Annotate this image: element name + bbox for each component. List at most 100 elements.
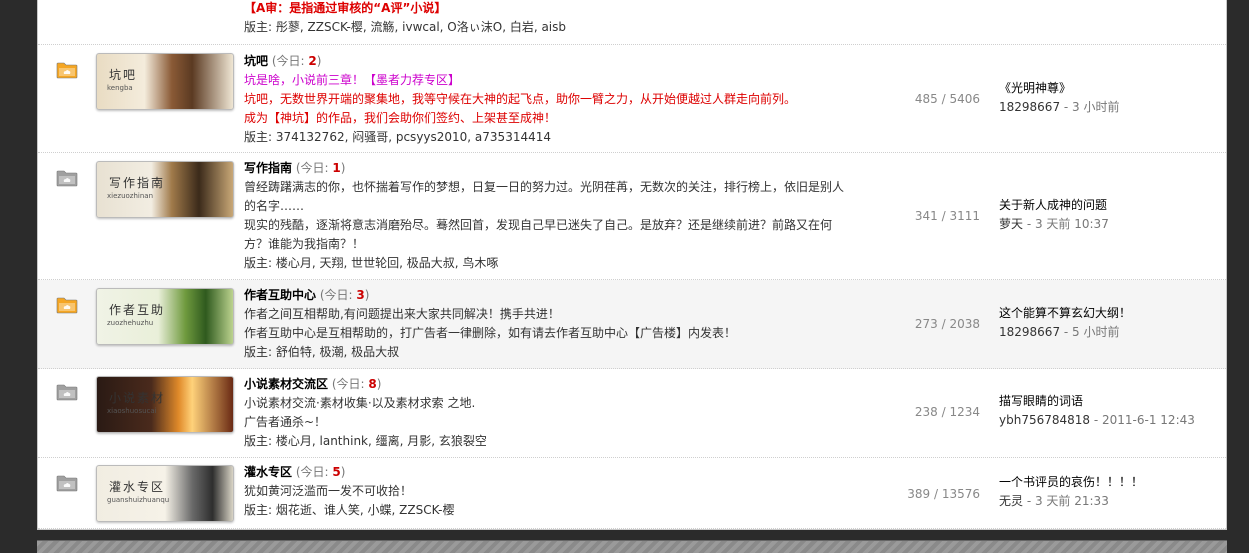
last-post-title-link[interactable]: 《光明神尊》 [999,79,1224,98]
forum-name-link[interactable]: 坑吧 [244,54,268,68]
forum-thumbnail-title: 作者互助 [109,303,166,317]
forum-name-link[interactable]: 小说素材交流区 [244,377,328,391]
forum-row: 作者互助 zuozhehuzhu 作者互助中心 (今日: 3) 作者之间互相帮助… [38,280,1226,369]
forum-info: 灌水专区 (今日: 5) 犹如黄河泛滥而一发不可收拾！ 版主: 烟花逝、谁人笑,… [244,463,844,520]
last-post-author-link[interactable]: ybh756784818 [999,413,1090,427]
forum-thumbnail-subtitle: guanshuizhuanqu [107,496,170,504]
moderators-label: 版主: [244,130,273,144]
topics-posts-count: 273 / 2038 [914,317,980,331]
forum-folder-icon [56,383,78,401]
forum-desc-line: 现实的残酷，逐渐将意志消磨殆尽。蓦然回首，发现自己早已迷失了自己。是放弃？还是继… [244,218,833,251]
separator: - [1023,494,1035,508]
forum-desc-line: 【A审：是指通过审核的“A评”小说】 [244,1,447,15]
last-post-time: 2011-6-1 12:43 [1102,413,1195,427]
topics-posts-count: 389 / 13576 [907,487,980,501]
today-close: ) [340,161,346,175]
topics-posts-count: 238 / 1234 [914,405,980,419]
forum-info: 【A审：是指通过审核的“A评”小说】 版主: 彤蓼, ZZSCK-樱, 流觞, … [244,0,844,37]
last-post-author-link[interactable]: 无灵 [999,494,1023,508]
forum-thumbnail-subtitle: xiaoshuosucai [107,407,157,415]
separator: - [1060,100,1073,114]
forum-row: 坑吧 kengba 坑吧 (今日: 2) 坑是啥，小说前三章！【墨者力荐专区】坑… [38,45,1226,153]
moderator-links[interactable]: 374132762, 闷骚哥, pcsyys2010, a735314414 [276,130,551,144]
today-count: (今日: 8) [332,377,382,391]
last-post-title-link[interactable]: 这个能算不算玄幻大纲！ [999,304,1224,323]
forum-thumbnail-title: 写作指南 [109,176,166,190]
today-label: (今日: [295,161,333,175]
today-count: (今日: 1) [296,161,346,175]
forum-desc-line: 小说素材交流·素材收集·以及素材求索 之地. [244,396,476,410]
forum-desc-line: 犹如黄河泛滥而一发不可收拾！ [244,484,413,498]
last-post: 关于新人成神的问题 萝天 - 3 天前 10:37 [999,196,1224,234]
moderators-label: 版主: [244,20,273,34]
moderator-links[interactable]: 楼心月, 天翔, 世世轮回, 极品大叔, 鸟木啄 [276,256,499,270]
topics-posts-count: 485 / 5406 [914,92,980,106]
today-count: (今日: 3) [320,288,370,302]
moderators: 版主: 舒伯特, 极潮, 极品大叔 [244,343,844,362]
today-number: 3 [356,288,365,302]
separator: - [1090,413,1103,427]
forum-thumbnail[interactable]: 灌水专区 guanshuizhuanqu [96,465,234,522]
last-post-title-link[interactable]: 一个书评员的哀伤！！！！ [999,473,1224,492]
today-label: (今日: [319,288,357,302]
today-number: 2 [308,54,317,68]
today-close: ) [316,54,322,68]
moderator-links[interactable]: 烟花逝、谁人笑, 小蝶, ZZSCK-樱 [276,503,455,517]
forum-thumbnail[interactable]: 小说素材 xiaoshuosucai [96,376,234,433]
forum-info: 写作指南 (今日: 1) 曾经踌躇满志的你，也怀揣着写作的梦想，日复一日的努力过… [244,159,844,273]
forum-thumbnail-title: 小说素材 [109,391,166,405]
moderators: 版主: 楼心月, 天翔, 世世轮回, 极品大叔, 鸟木啄 [244,254,844,273]
forum-name-link[interactable]: 写作指南 [244,161,292,175]
forum-desc-line: 曾经踌躇满志的你，也怀揣着写作的梦想，日复一日的努力过。光阴荏苒，无数次的关注，… [244,180,845,213]
forum-thumbnail-subtitle: zuozhehuzhu [107,319,154,327]
today-label: (今日: [271,54,309,68]
forum-row-partial: 【A审：是指通过审核的“A评”小说】 版主: 彤蓼, ZZSCK-樱, 流觞, … [38,0,1226,45]
forum-desc-line: 作者互助中心是互相帮助的，打广告者一律删除，如有请去作者互助中心【广告楼】内发表… [244,326,737,340]
today-close: ) [364,288,370,302]
forum-name-link[interactable]: 作者互助中心 [244,288,316,302]
last-post-author-link[interactable]: 18298667 [999,325,1060,339]
last-post: 描写眼睛的词语 ybh756784818 - 2011-6-1 12:43 [999,392,1224,430]
forum-thumbnail[interactable]: 写作指南 xiezuozhinan [96,161,234,218]
forum-thumbnail-title: 坑吧 [109,68,138,82]
moderators: 版主: 烟花逝、谁人笑, 小蝶, ZZSCK-樱 [244,501,844,520]
moderator-links[interactable]: 彤蓼, ZZSCK-樱, 流觞, ivwcal, O洛ぃ沫O, 白岩, aisb [276,20,566,34]
forum-row: 写作指南 xiezuozhinan 写作指南 (今日: 1) 曾经踌躇满志的你，… [38,153,1226,280]
moderator-links[interactable]: 楼心月, lanthink, 缰离, 月影, 玄狼裂空 [276,434,487,448]
last-post: 《光明神尊》 18298667 - 3 小时前 [999,79,1224,117]
forum-desc-line: 成为【神坑】的作品，我们会助你们签约、上架甚至成神！ [244,111,557,125]
last-post-author-link[interactable]: 萝天 [999,217,1023,231]
separator: - [1023,217,1035,231]
today-count: (今日: 5) [296,465,346,479]
forum-name-link[interactable]: 灌水专区 [244,465,292,479]
moderators-label: 版主: [244,503,273,517]
forum-row: 灌水专区 guanshuizhuanqu 灌水专区 (今日: 5) 犹如黄河泛滥… [38,458,1226,529]
last-post-time: 3 天前 10:37 [1034,217,1109,231]
last-post-title-link[interactable]: 描写眼睛的词语 [999,392,1224,411]
forum-thumbnail[interactable]: 作者互助 zuozhehuzhu [96,288,234,345]
forum-folder-icon [56,169,78,187]
last-post: 这个能算不算玄幻大纲！ 18298667 - 5 小时前 [999,304,1224,342]
last-post-time: 3 小时前 [1072,100,1120,114]
last-post-author-link[interactable]: 18298667 [999,100,1060,114]
moderator-links[interactable]: 舒伯特, 极潮, 极品大叔 [276,345,399,359]
today-close: ) [340,465,346,479]
today-number: 8 [368,377,377,391]
last-post: 一个书评员的哀伤！！！！ 无灵 - 3 天前 21:33 [999,473,1224,511]
forum-thumbnail[interactable]: 坑吧 kengba [96,53,234,110]
forum-thumbnail-title: 灌水专区 [109,480,166,494]
forum-list-panel: 【A审：是指通过审核的“A评”小说】 版主: 彤蓼, ZZSCK-樱, 流觞, … [37,0,1227,530]
today-label: (今日: [295,465,333,479]
last-post-title-link[interactable]: 关于新人成神的问题 [999,196,1224,215]
last-post-time: 3 天前 21:33 [1034,494,1109,508]
last-post-time: 5 小时前 [1072,325,1120,339]
moderators-label: 版主: [244,434,273,448]
moderators: 版主: 彤蓼, ZZSCK-樱, 流觞, ivwcal, O洛ぃ沫O, 白岩, … [244,18,844,37]
forum-desc-line: 坑是啥，小说前三章！【墨者力荐专区】 [244,73,461,87]
forum-folder-icon [56,61,78,79]
today-count: (今日: 2) [272,54,322,68]
forum-folder-icon [56,296,78,314]
separator: - [1060,325,1073,339]
forum-info: 作者互助中心 (今日: 3) 作者之间互相帮助,有问题提出来大家共同解决！携手共… [244,286,844,362]
forum-row: 小说素材 xiaoshuosucai 小说素材交流区 (今日: 8) 小说素材交… [38,369,1226,458]
